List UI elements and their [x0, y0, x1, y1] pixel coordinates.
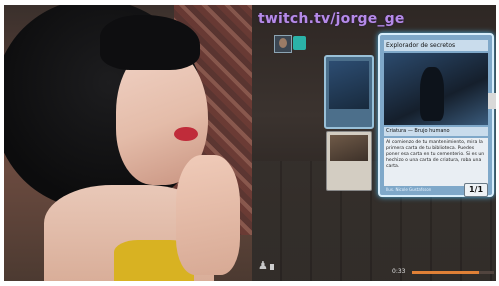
- turn-timer: 0:33: [392, 268, 406, 275]
- hand-card-gray[interactable]: [326, 131, 372, 191]
- card-art: [384, 53, 488, 125]
- stream-frame: twitch.tv/jorge_ge Explorador de secreto…: [4, 5, 496, 281]
- chevron-right-icon[interactable]: [488, 93, 496, 109]
- card-name: Explorador de secretos: [384, 40, 488, 51]
- lips: [174, 127, 198, 141]
- hand: [176, 155, 240, 275]
- card-artist: Ilus. Nicole Gustafsson: [386, 187, 432, 192]
- card-art: [329, 61, 369, 109]
- card-rules-text: Al comienzo de tu mantenimiento, mira la…: [384, 138, 488, 186]
- webcam-pane: [4, 5, 252, 281]
- player-icon[interactable]: ♟: [258, 260, 274, 272]
- highlighted-card[interactable]: Explorador de secretos Criatura — Brujo …: [378, 33, 494, 197]
- teal-gem-icon[interactable]: [293, 36, 306, 50]
- player-portrait-icon[interactable]: [274, 35, 292, 53]
- turn-progress-fill: [412, 271, 480, 274]
- card-type-line: Criatura — Brujo humano: [384, 127, 488, 136]
- hand-card-blue[interactable]: [324, 55, 374, 129]
- power-toughness: 1/1: [464, 183, 488, 197]
- twitch-url: twitch.tv/jorge_ge: [258, 11, 405, 27]
- game-pane: twitch.tv/jorge_ge Explorador de secreto…: [252, 5, 496, 281]
- card-art: [330, 135, 368, 161]
- turn-progress-bar: [412, 271, 494, 274]
